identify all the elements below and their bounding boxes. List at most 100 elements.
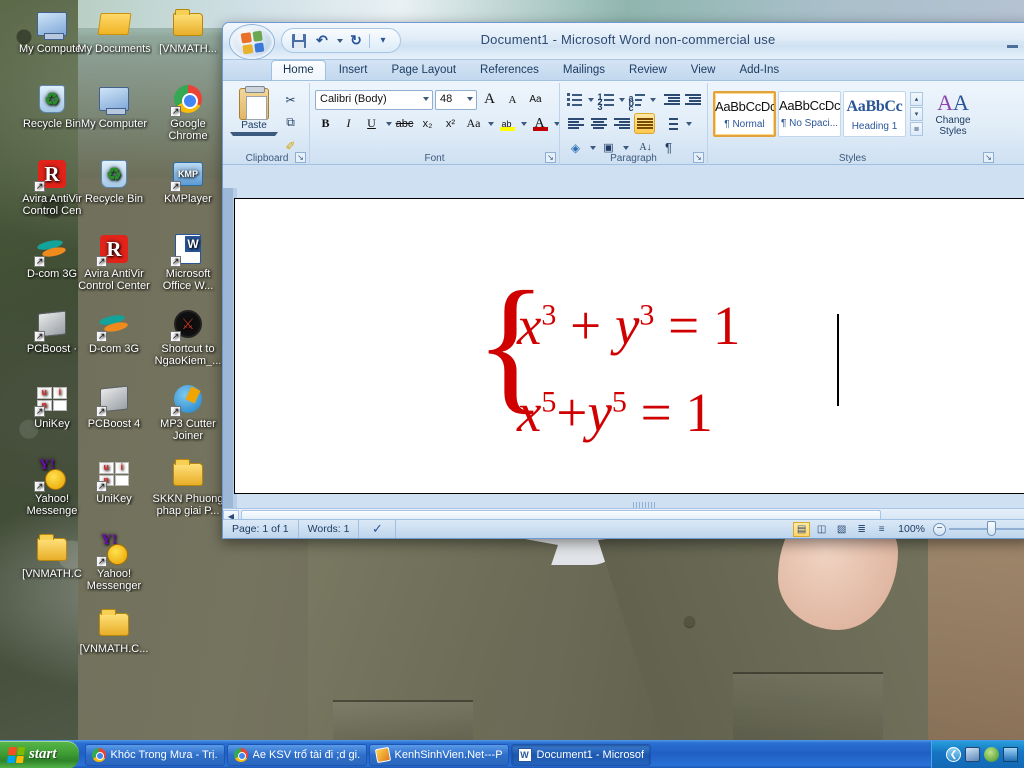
underline-dropdown-icon[interactable] xyxy=(386,121,392,126)
styles-scroll-up-button[interactable]: ▴ xyxy=(910,92,923,106)
superscript-button[interactable]: x² xyxy=(440,113,461,134)
desktop-icon[interactable]: My Documents xyxy=(76,8,152,55)
increase-indent-icon[interactable] xyxy=(683,89,702,110)
align-right-icon[interactable] xyxy=(611,113,632,134)
zoom-level[interactable]: 100% xyxy=(898,523,925,535)
numbering-icon[interactable]: 123 xyxy=(596,89,615,112)
grow-font-button[interactable]: A xyxy=(479,89,500,110)
change-styles-button[interactable]: AA Change Styles xyxy=(925,91,981,138)
minimize-button[interactable] xyxy=(1001,34,1023,48)
tab-references[interactable]: References xyxy=(469,61,550,80)
desktop-icon[interactable]: ↗ PCBoost 4 xyxy=(76,383,152,430)
change-case-button[interactable]: Aa xyxy=(463,113,484,134)
font-size-chevron-down-icon[interactable] xyxy=(467,96,473,101)
web-layout-view-button[interactable]: ▧ xyxy=(833,522,850,537)
styles-scroll-down-button[interactable]: ▾ xyxy=(910,107,923,121)
paste-dropdown-icon[interactable] xyxy=(230,132,278,136)
desktop-icon[interactable]: R ↗ Avira AntiVir Control Center xyxy=(76,233,152,292)
style-card[interactable]: AaBbCcDc ¶ Normal xyxy=(713,91,776,137)
tab-add-ins[interactable]: Add-Ins xyxy=(728,61,790,80)
word-window[interactable]: ↶ ↻ ▾ Document1 - Microsoft Word non-com… xyxy=(222,22,1024,539)
subscript-button[interactable]: x₂ xyxy=(417,113,438,134)
cut-button[interactable]: ✂ xyxy=(280,89,301,110)
desktop-icon[interactable]: ⚔ ↗ Shortcut to NgaoKiem_... xyxy=(150,308,226,367)
tab-home[interactable]: Home xyxy=(271,60,326,80)
font-size-input[interactable]: 48 xyxy=(435,89,477,110)
bullets-icon[interactable] xyxy=(565,89,584,110)
align-left-icon[interactable] xyxy=(565,113,586,134)
tab-review[interactable]: Review xyxy=(618,61,678,80)
multilevel-dropdown-icon[interactable] xyxy=(650,97,656,102)
font-family-chevron-down-icon[interactable] xyxy=(423,96,429,101)
desktop-icon[interactable]: ↗Microsoft Office W... xyxy=(150,233,226,292)
draft-view-button[interactable]: ≡ xyxy=(873,522,890,537)
taskbar-button[interactable]: Ae KSV trổ tài đi ;d gi... xyxy=(226,743,367,766)
font-family-input[interactable]: Calibri (Body) xyxy=(315,89,433,110)
desktop-icon[interactable]: [VNMATH... xyxy=(150,8,226,55)
document-area[interactable]: { x3 + y3 = 1 x5+y5 = 1 xyxy=(223,188,1024,518)
proofing-status[interactable]: ✓ xyxy=(359,519,397,538)
style-card[interactable]: AaBbCcDc ¶ No Spaci... xyxy=(778,91,841,137)
taskbar-button[interactable]: Document1 - Microsof... xyxy=(510,743,651,766)
zoom-slider[interactable] xyxy=(949,521,1024,536)
desktop-icon[interactable]: ↗ MP3 Cutter Joiner xyxy=(150,383,226,442)
tab-page-layout[interactable]: Page Layout xyxy=(380,61,467,80)
taskbar-button[interactable]: KenhSinhVien.Net---P... xyxy=(368,743,509,766)
system-tray[interactable]: ❮ xyxy=(931,740,1024,768)
align-center-icon[interactable] xyxy=(588,113,609,134)
justify-icon[interactable] xyxy=(634,113,655,134)
zoom-slider-thumb[interactable] xyxy=(987,521,996,536)
strikethrough-button[interactable]: abc xyxy=(394,113,415,134)
line-spacing-dropdown-icon[interactable] xyxy=(686,121,692,126)
shading-dropdown-icon[interactable] xyxy=(590,145,596,150)
paragraph-dialog-launcher[interactable]: ↘ xyxy=(693,152,704,163)
document-page[interactable]: { x3 + y3 = 1 x5+y5 = 1 xyxy=(234,198,1024,494)
styles-dialog-launcher[interactable]: ↘ xyxy=(983,152,994,163)
italic-button[interactable]: I xyxy=(338,113,359,134)
desktop-icon[interactable]: KMP ↗ KMPlayer xyxy=(150,158,226,205)
desktop-icon[interactable]: SKKN Phuong phap giai P... xyxy=(150,458,226,517)
desktop-icon[interactable]: [VNMATH.C... xyxy=(76,608,152,655)
tab-mailings[interactable]: Mailings xyxy=(552,61,616,80)
line-spacing-icon[interactable] xyxy=(661,113,682,134)
clipboard-dialog-launcher[interactable]: ↘ xyxy=(295,152,306,163)
taskbar[interactable]: start Khóc Trong Mưa - Trị... Ae KSV trổ … xyxy=(0,740,1024,768)
desktop-icon[interactable]: u i n ↗ UniKey xyxy=(76,458,152,505)
shrink-font-button[interactable]: A xyxy=(502,89,523,110)
bold-button[interactable]: B xyxy=(315,113,336,134)
outline-view-button[interactable]: ≣ xyxy=(853,522,870,537)
font-dialog-launcher[interactable]: ↘ xyxy=(545,152,556,163)
full-screen-reading-view-button[interactable]: ◫ xyxy=(813,522,830,537)
highlight-dropdown-icon[interactable] xyxy=(521,121,527,126)
tab-view[interactable]: View xyxy=(680,61,727,80)
highlight-button[interactable]: ab xyxy=(496,113,517,134)
taskbar-buttons[interactable]: Khóc Trong Mưa - Trị... Ae KSV trổ tài đi… xyxy=(84,743,651,766)
change-case-dropdown-icon[interactable] xyxy=(488,121,494,126)
styles-gallery-scroll[interactable]: ▴ ▾ ≣ xyxy=(910,92,923,136)
desktop-icon[interactable]: ↗ Google Chrome xyxy=(150,83,226,142)
copy-button[interactable]: ⧉ xyxy=(280,112,301,133)
page-status[interactable]: Page: 1 of 1 xyxy=(223,519,299,538)
taskbar-button[interactable]: Khóc Trong Mưa - Trị... xyxy=(84,743,225,766)
status-bar[interactable]: Page: 1 of 1 Words: 1 ✓ ▤ ◫ ▧ ≣ ≡ 100% − xyxy=(223,519,1024,538)
start-button[interactable]: start xyxy=(0,740,79,768)
desktop-icon[interactable]: ↗ D-com 3G xyxy=(76,308,152,355)
word-count-status[interactable]: Words: 1 xyxy=(299,519,360,538)
borders-dropdown-icon[interactable] xyxy=(623,145,629,150)
ribbon[interactable]: Paste ✂ ⧉ ✐ Clipboard ↘ Calibri (Body) 4… xyxy=(223,81,1024,165)
font-color-button[interactable]: A xyxy=(529,113,550,134)
show-hidden-icons-button[interactable]: ❮ xyxy=(946,747,961,762)
numbering-dropdown-icon[interactable] xyxy=(619,97,625,102)
styles-more-button[interactable]: ≣ xyxy=(910,122,923,136)
tab-insert[interactable]: Insert xyxy=(328,61,379,80)
style-card[interactable]: AaBbCс Heading 1 xyxy=(843,91,906,137)
desktop-icon[interactable]: My Computer xyxy=(76,83,152,130)
multilevel-list-icon[interactable]: abc xyxy=(627,89,646,113)
volume-icon[interactable] xyxy=(1003,747,1018,762)
paste-button[interactable]: Paste xyxy=(230,86,278,136)
desktop-icon[interactable]: ↗Yahoo! Messenger xyxy=(76,533,152,592)
desktop-icon[interactable]: ♻ Recycle Bin xyxy=(76,158,152,205)
clear-formatting-button[interactable]: Aa xyxy=(525,89,546,110)
split-grip[interactable] xyxy=(633,502,655,508)
print-layout-view-button[interactable]: ▤ xyxy=(793,521,811,537)
